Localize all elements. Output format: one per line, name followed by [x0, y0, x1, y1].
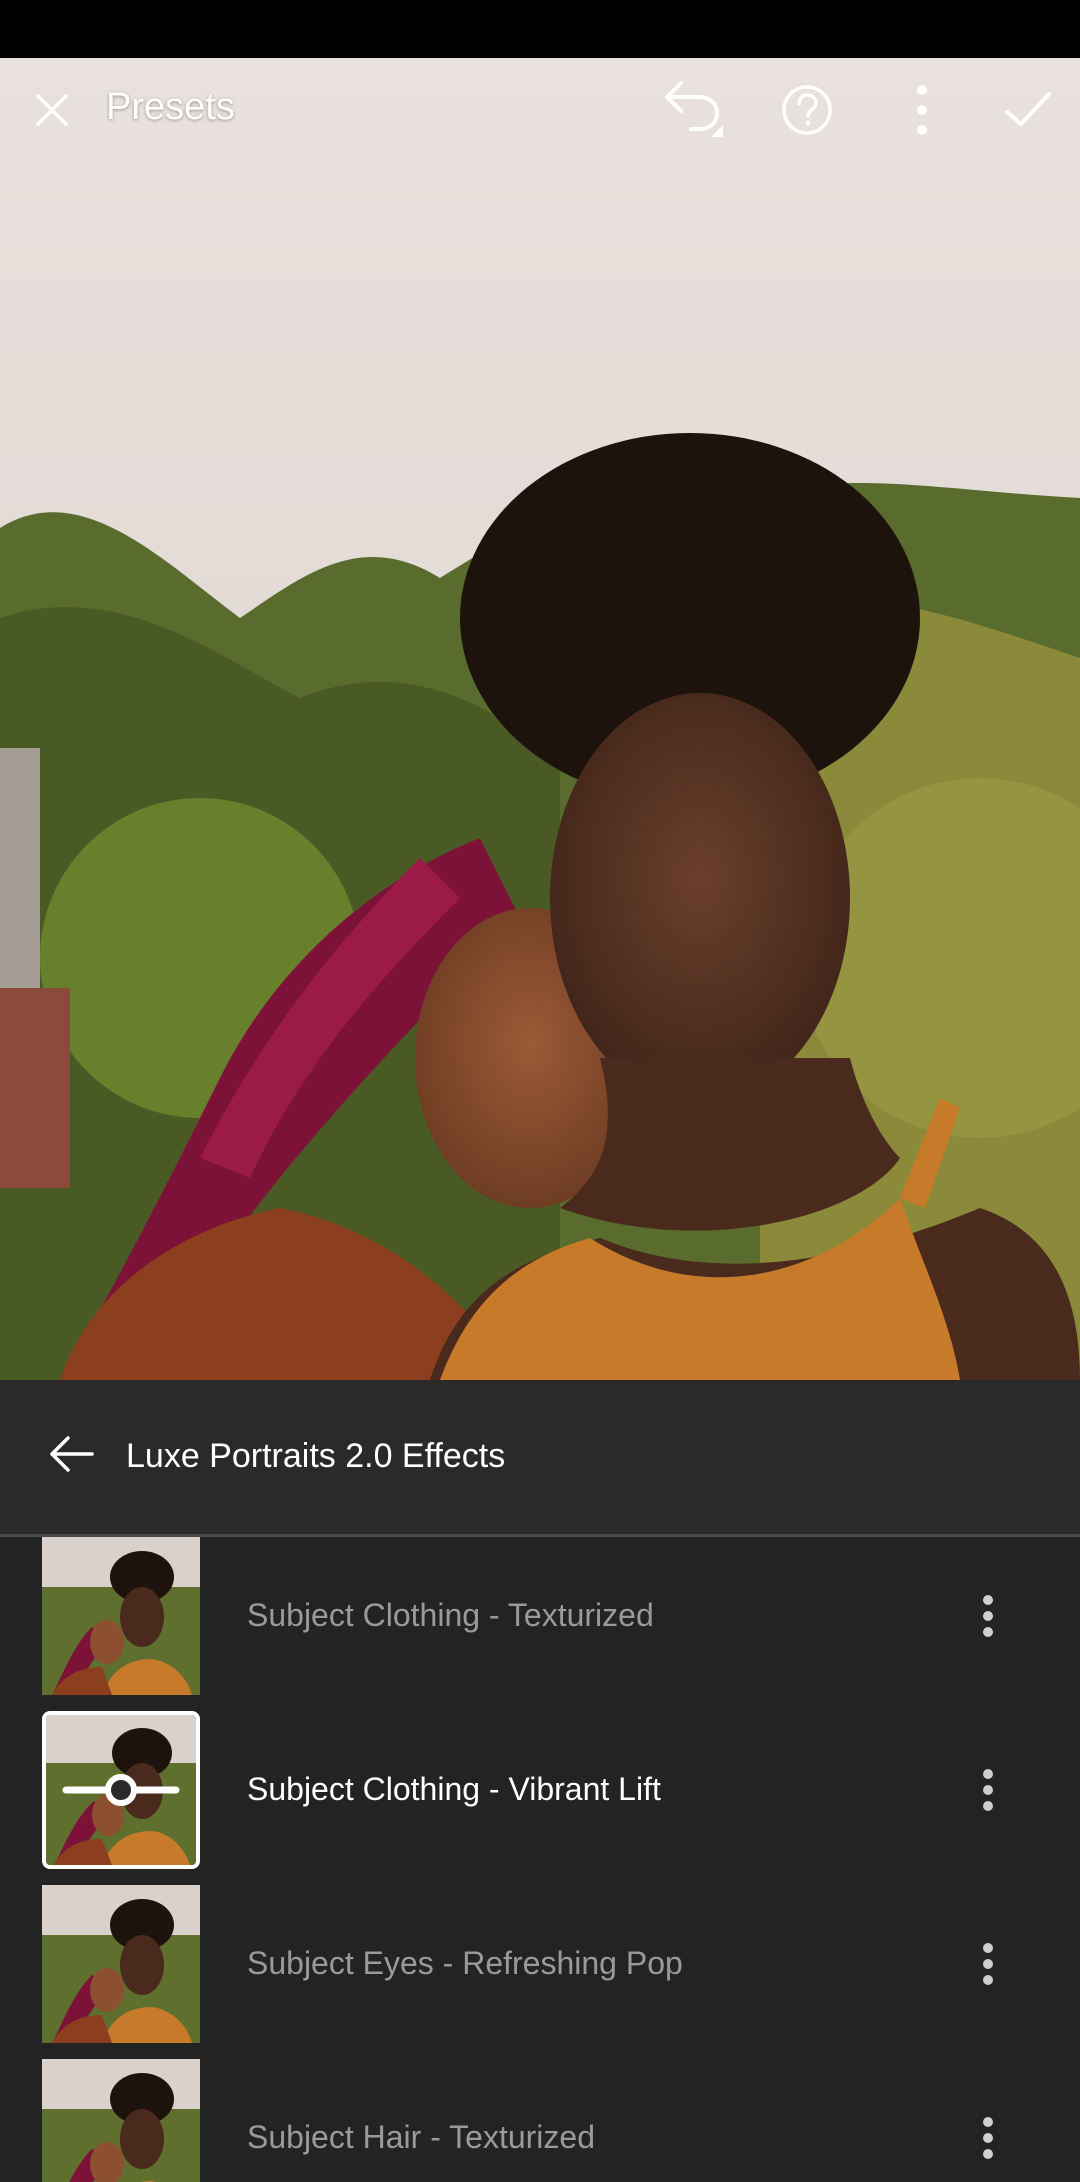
more-vertical-icon: [983, 1769, 993, 1811]
done-button[interactable]: [986, 68, 1070, 152]
preset-more-button[interactable]: [958, 1924, 1018, 2004]
preset-item[interactable]: Subject Eyes - Refreshing Pop: [0, 1885, 1080, 2059]
preset-label: Subject Hair - Texturized: [247, 2119, 595, 2155]
status-bar: [0, 0, 1080, 58]
page-title: Presets: [106, 86, 235, 128]
checkmark-icon: [1005, 92, 1051, 126]
preset-label: Subject Clothing - Texturized: [247, 1597, 654, 1633]
slider-icon: [62, 1774, 180, 1806]
portrait-photo: [0, 58, 1080, 1380]
preset-item-selected[interactable]: Subject Clothing - Vibrant Lift: [0, 1711, 1080, 1885]
preset-thumbnail: [42, 2059, 200, 2182]
preset-label: Subject Clothing - Vibrant Lift: [247, 1771, 661, 1807]
preset-thumbnail: [42, 1537, 200, 1695]
back-button[interactable]: [32, 1414, 112, 1494]
preset-more-button[interactable]: [958, 1750, 1018, 1830]
top-toolbar: Presets: [0, 58, 1080, 168]
preset-group-title: Luxe Portraits 2.0 Effects: [126, 1437, 506, 1475]
more-vertical-icon: [983, 2117, 993, 2159]
preset-more-button[interactable]: [958, 1576, 1018, 1656]
photo-preview: [0, 58, 1080, 1380]
preset-thumbnail: [42, 1885, 200, 2043]
help-icon: [782, 85, 832, 135]
preset-more-button[interactable]: [958, 2098, 1018, 2178]
more-options-button[interactable]: [880, 68, 964, 152]
preset-item[interactable]: Subject Hair - Texturized: [0, 2059, 1080, 2182]
preset-item[interactable]: Subject Clothing - Texturized: [0, 1537, 1080, 1711]
close-icon: [36, 94, 68, 126]
close-button[interactable]: [10, 68, 94, 152]
undo-icon: [665, 81, 723, 137]
preset-thumbnail: [42, 1711, 200, 1869]
more-vertical-icon: [983, 1943, 993, 1985]
lightroom-preset-screen: Presets Luxe Portraits 2.0 Effects Subje…: [0, 0, 1080, 2182]
more-vertical-icon: [983, 1595, 993, 1637]
more-vertical-icon: [917, 85, 927, 135]
help-button[interactable]: [765, 68, 849, 152]
panel-header: Luxe Portraits 2.0 Effects: [0, 1380, 1080, 1534]
presets-panel: Luxe Portraits 2.0 Effects Subject Cloth…: [0, 1380, 1080, 2182]
undo-button[interactable]: [650, 68, 734, 152]
arrow-left-icon: [50, 1436, 94, 1472]
preset-label: Subject Eyes - Refreshing Pop: [247, 1945, 683, 1981]
